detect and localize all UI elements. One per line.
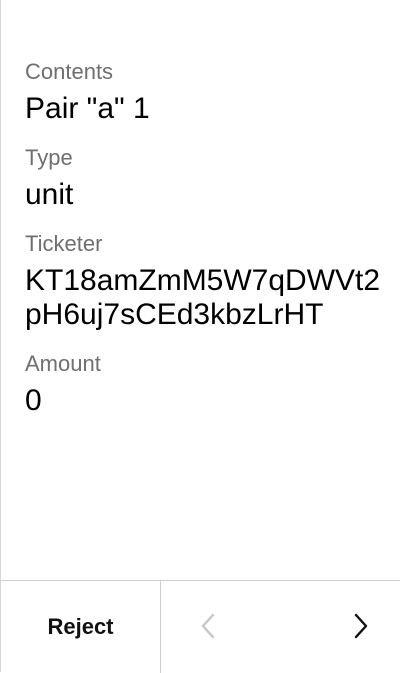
type-value: unit <box>25 178 74 211</box>
ticketer-field: Ticketer KT18amZmM5W7qDWVt2pH6uj7sCEd3kb… <box>25 228 385 332</box>
review-screen: Contents Pair "a" 1 Type unit Ticketer K… <box>0 0 400 673</box>
amount-value: 0 <box>25 384 42 417</box>
details-panel: Contents Pair "a" 1 Type unit Ticketer K… <box>25 56 385 434</box>
previous-button[interactable] <box>191 609 227 645</box>
reject-button[interactable]: Reject <box>1 581 161 673</box>
ticketer-label: Ticketer <box>25 231 103 256</box>
type-field: Type unit <box>25 142 385 212</box>
next-button[interactable] <box>342 609 378 645</box>
chevron-left-icon <box>197 612 221 643</box>
action-footer: Reject <box>1 580 400 673</box>
chevron-right-icon <box>348 612 372 643</box>
contents-label: Contents <box>25 59 114 84</box>
ticketer-value: KT18amZmM5W7qDWVt2pH6uj7sCEd3kbzLrHT <box>25 264 381 331</box>
type-label: Type <box>25 145 73 170</box>
page-navigation <box>161 581 400 673</box>
contents-value: Pair "a" 1 <box>25 92 150 125</box>
amount-label: Amount <box>25 351 101 376</box>
contents-field: Contents Pair "a" 1 <box>25 56 385 126</box>
amount-field: Amount 0 <box>25 348 385 418</box>
